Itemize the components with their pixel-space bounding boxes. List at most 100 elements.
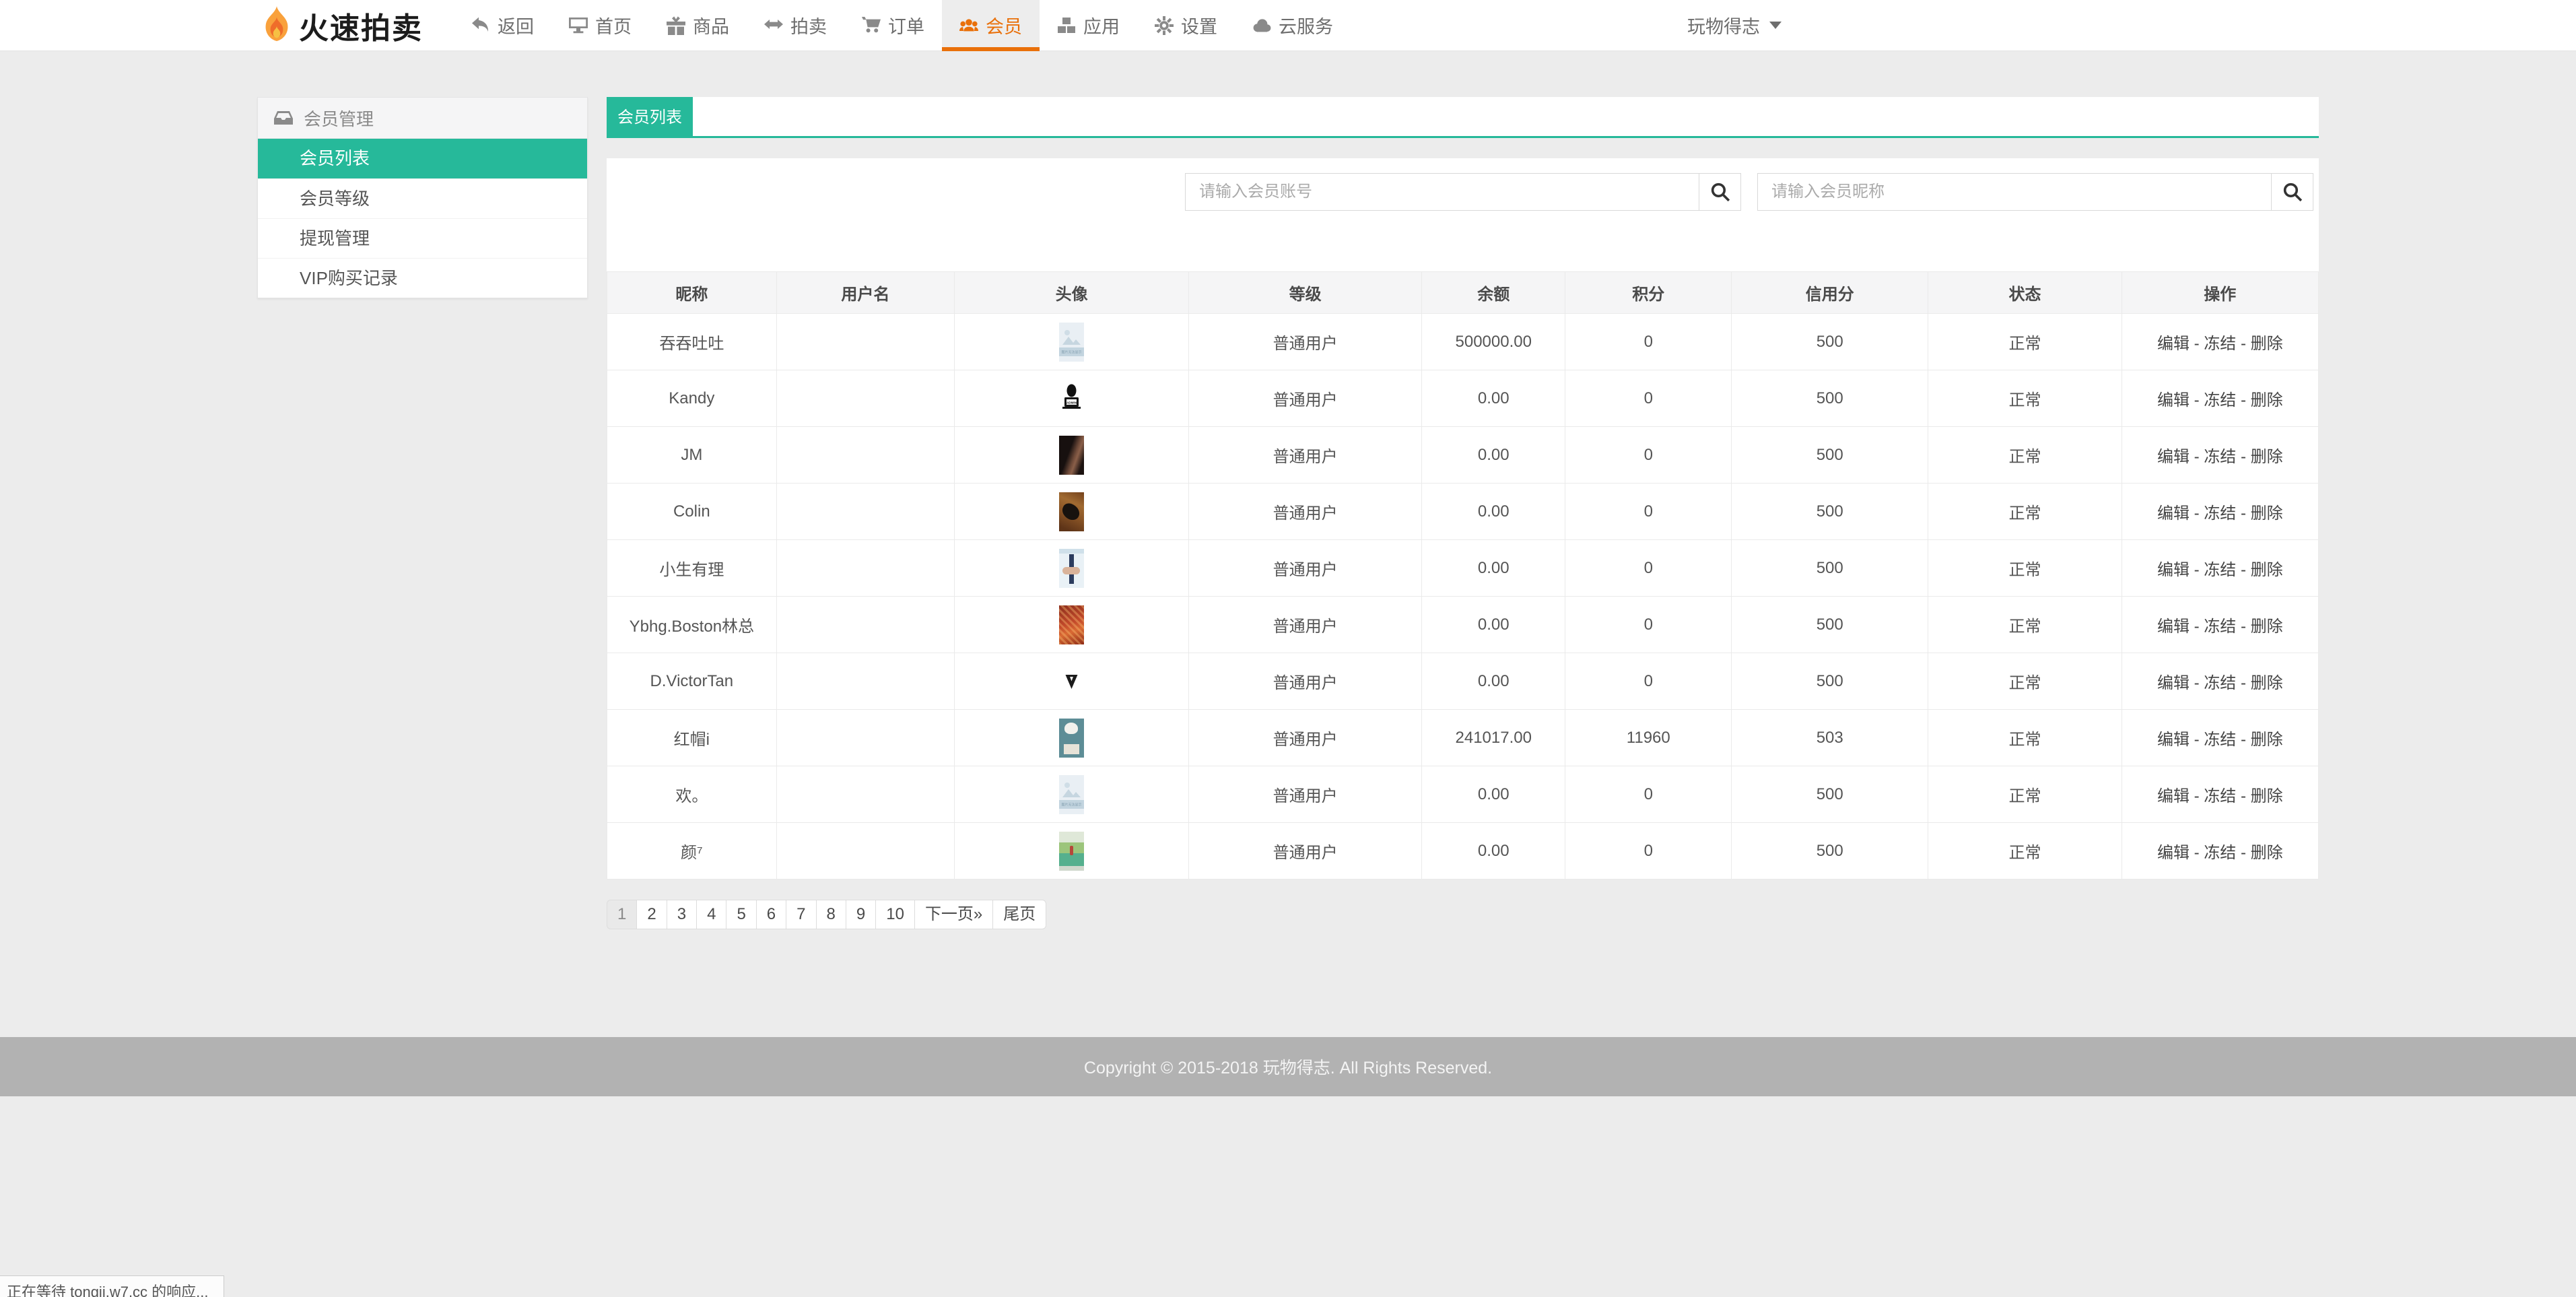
cell-actions: 编辑 - 冻结 - 删除: [2121, 539, 2319, 597]
gift-icon: [667, 15, 685, 35]
action-link-delete[interactable]: 删除: [2251, 448, 2283, 466]
cell-balance: 0.00: [1421, 426, 1566, 484]
table-row: Ybhg.Boston林总 普通用户 0.00 0 500 正常 编辑 - 冻结…: [607, 596, 2319, 653]
action-link-delete[interactable]: 删除: [2251, 787, 2283, 805]
page-button-9[interactable]: 9: [845, 900, 877, 929]
action-link-edit[interactable]: 编辑: [2157, 844, 2190, 862]
page-button-10[interactable]: 10: [875, 900, 915, 929]
app-logo[interactable]: 火速拍卖: [261, 4, 423, 47]
sidebar-item-vip-purchase[interactable]: VIP购买记录: [258, 258, 587, 298]
action-link-delete[interactable]: 删除: [2251, 618, 2283, 636]
action-link-freeze[interactable]: 冻结: [2204, 731, 2236, 749]
user-menu[interactable]: 玩物得志: [1687, 12, 1782, 38]
sidebar-header[interactable]: 会员管理: [258, 98, 587, 139]
cell-avatar: [954, 426, 1190, 484]
nav-item-auction[interactable]: 拍卖: [747, 0, 844, 51]
cell-actions: 编辑 - 冻结 - 删除: [2121, 766, 2319, 823]
cell-nickname: Colin: [607, 483, 777, 540]
nav-item-label: 设置: [1181, 17, 1217, 37]
action-link-delete[interactable]: 删除: [2251, 561, 2283, 579]
sidebar-menu: 会员列表 会员等级 提现管理 VIP购买记录: [258, 139, 587, 298]
cell-credit: 500: [1731, 483, 1929, 540]
page-button-6[interactable]: 6: [755, 900, 787, 929]
page-button-尾页[interactable]: 尾页: [992, 900, 1047, 929]
nav-item-members[interactable]: 会员: [942, 0, 1040, 51]
cell-balance: 500000.00: [1421, 313, 1566, 370]
action-link-delete[interactable]: 删除: [2251, 731, 2283, 749]
action-link-edit[interactable]: 编辑: [2157, 787, 2190, 805]
cell-credit: 500: [1731, 426, 1929, 484]
page-button-8[interactable]: 8: [815, 900, 846, 929]
nav-item-settings[interactable]: 设置: [1137, 0, 1235, 51]
caret-down-icon: [1769, 22, 1782, 29]
search-input-account[interactable]: [1186, 174, 1699, 210]
action-link-delete[interactable]: 删除: [2251, 504, 2283, 523]
action-link-edit[interactable]: 编辑: [2157, 335, 2190, 353]
cell-actions: 编辑 - 冻结 - 删除: [2121, 653, 2319, 710]
action-link-freeze[interactable]: 冻结: [2204, 674, 2236, 692]
cell-username: [776, 370, 955, 427]
action-link-delete[interactable]: 删除: [2251, 674, 2283, 692]
table-row: 红帽i 普通用户 241017.00 11960 503 正常 编辑 - 冻结 …: [607, 709, 2319, 766]
action-link-edit[interactable]: 编辑: [2157, 731, 2190, 749]
nav-item-label: 云服务: [1279, 17, 1333, 37]
action-link-freeze[interactable]: 冻结: [2204, 844, 2236, 862]
cell-credit: 500: [1731, 766, 1929, 823]
cell-nickname: 吞吞吐吐: [607, 313, 777, 370]
nav-item-orders[interactable]: 订单: [844, 0, 942, 51]
action-link-delete[interactable]: 删除: [2251, 844, 2283, 862]
page-button-下一页»[interactable]: 下一页»: [914, 900, 994, 929]
cell-actions: 编辑 - 冻结 - 删除: [2121, 426, 2319, 484]
nav-item-home[interactable]: 首页: [551, 0, 649, 51]
action-link-freeze[interactable]: 冻结: [2204, 448, 2236, 466]
search-icon: [2283, 182, 2302, 202]
page-button-7[interactable]: 7: [786, 900, 817, 929]
sidebar-item-member-list[interactable]: 会员列表: [258, 139, 587, 178]
action-link-freeze[interactable]: 冻结: [2204, 391, 2236, 409]
action-link-edit[interactable]: 编辑: [2157, 448, 2190, 466]
cell-credit: 500: [1731, 596, 1929, 653]
column-header: 操作: [2121, 271, 2319, 314]
page-button-3[interactable]: 3: [666, 900, 698, 929]
cell-username: [776, 596, 955, 653]
action-link-delete[interactable]: 删除: [2251, 391, 2283, 409]
cell-nickname: Kandy: [607, 370, 777, 427]
cell-avatar: [954, 822, 1190, 879]
page-button-5[interactable]: 5: [726, 900, 757, 929]
action-link-freeze[interactable]: 冻结: [2204, 335, 2236, 353]
sidebar-item-member-level[interactable]: 会员等级: [258, 178, 587, 218]
nav-item-cloud[interactable]: 云服务: [1235, 0, 1351, 51]
cell-points: 0: [1565, 539, 1732, 597]
page-button-1[interactable]: 1: [607, 900, 638, 929]
action-link-edit[interactable]: 编辑: [2157, 561, 2190, 579]
action-link-freeze[interactable]: 冻结: [2204, 561, 2236, 579]
cell-avatar: ADMIN: [954, 370, 1190, 427]
table-row: 欢。 图片无法显示 普通用户 0.00 0 500 正常 编辑 - 冻结 - 删…: [607, 766, 2319, 823]
action-link-freeze[interactable]: 冻结: [2204, 787, 2236, 805]
browser-status-text: 正在等待 tongji.w7.cc 的响应...: [7, 1284, 209, 1297]
action-link-edit[interactable]: 编辑: [2157, 618, 2190, 636]
search-button-account[interactable]: [1699, 174, 1740, 210]
action-link-edit[interactable]: 编辑: [2157, 674, 2190, 692]
action-link-delete[interactable]: 删除: [2251, 335, 2283, 353]
tab-member-list[interactable]: 会员列表: [607, 97, 693, 138]
nav-item-back[interactable]: 返回: [454, 0, 551, 51]
cell-points: 0: [1565, 483, 1732, 540]
column-header: 余额: [1421, 271, 1566, 314]
action-link-freeze[interactable]: 冻结: [2204, 504, 2236, 523]
page-button-2[interactable]: 2: [636, 900, 667, 929]
action-link-edit[interactable]: 编辑: [2157, 504, 2190, 523]
member-table: 昵称 用户名 头像 等级 余额 积分 信用分 状态 操作 吞吞吐吐 图片无法显示 普通用户 50…: [607, 271, 2319, 879]
action-link-freeze[interactable]: 冻结: [2204, 618, 2236, 636]
page-button-4[interactable]: 4: [696, 900, 727, 929]
cell-nickname: Ybhg.Boston林总: [607, 596, 777, 653]
sidebar-item-withdraw[interactable]: 提现管理: [258, 218, 587, 258]
reply-icon: [472, 17, 489, 32]
action-link-edit[interactable]: 编辑: [2157, 391, 2190, 409]
search-input-nickname[interactable]: [1758, 174, 2271, 210]
cell-status: 正常: [1928, 596, 2122, 653]
cell-balance: 0.00: [1421, 653, 1566, 710]
nav-item-goods[interactable]: 商品: [649, 0, 747, 51]
search-button-nickname[interactable]: [2271, 174, 2313, 210]
nav-item-apps[interactable]: 应用: [1040, 0, 1137, 51]
